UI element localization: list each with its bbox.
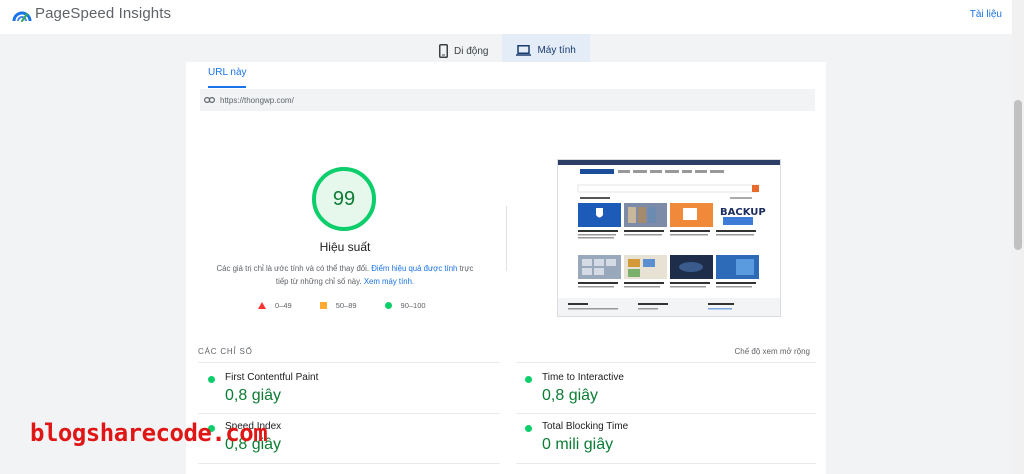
- tab-desktop-label: Máy tính: [537, 44, 576, 56]
- docs-link[interactable]: Tài liệu: [970, 9, 1002, 20]
- legend-average-range: 50–89: [335, 301, 357, 310]
- metrics-divider-left-3: [198, 463, 500, 464]
- brand-title[interactable]: PageSpeed Insights: [35, 5, 171, 22]
- metrics-divider-right: [516, 362, 816, 363]
- expanded-view-toggle[interactable]: Chế độ xem mở rộng: [735, 347, 811, 356]
- metrics-heading: CÁC CHỈ SỐ: [198, 347, 253, 356]
- metric-value: 0,8 giây: [225, 387, 282, 404]
- page-screenshot-thumbnail: BACKUP: [557, 159, 781, 317]
- tab-active-indicator: [208, 86, 246, 88]
- tab-mobile-label: Di động: [454, 45, 489, 57]
- average-square-icon: [319, 302, 327, 309]
- backup-banner-text: BACKUP: [720, 207, 766, 218]
- legend-average: 50–89: [319, 301, 357, 310]
- pagespeed-logo-icon[interactable]: [12, 5, 32, 23]
- link-icon: [204, 97, 215, 103]
- pass-circle-icon: [384, 302, 392, 309]
- tested-url[interactable]: https://thongwp.com/: [220, 96, 294, 105]
- performance-description: Các giá trị chỉ là ước tính và có thể th…: [210, 262, 480, 288]
- url-bar: https://thongwp.com/: [200, 89, 815, 111]
- site-preview-image: BACKUP: [558, 160, 780, 316]
- score-legend: 0–49 50–89 90–100: [258, 301, 426, 310]
- legend-fail: 0–49: [258, 301, 292, 310]
- performance-score: 99: [332, 188, 356, 210]
- top-bar: PageSpeed Insights Tài liệu: [0, 0, 1012, 34]
- pass-circle-icon: [525, 376, 532, 383]
- metrics-divider-left: [198, 362, 500, 363]
- pass-circle-icon: [525, 425, 532, 432]
- report-card: URL này https://thongwp.com/ 99 Hiệu suấ…: [186, 62, 826, 474]
- performance-title: Hiệu suất: [319, 240, 371, 254]
- score-calc-link[interactable]: Điểm hiệu quả được tính: [371, 264, 457, 273]
- description-text: Các giá trị chỉ là ước tính và có thể th…: [216, 264, 370, 273]
- metric-name: First Contentful Paint: [225, 372, 319, 383]
- legend-pass-range: 90–100: [400, 301, 426, 310]
- tab-this-url[interactable]: URL này: [208, 67, 247, 78]
- fail-triangle-icon: [258, 302, 266, 309]
- page-scrollbar-thumb[interactable]: [1014, 100, 1022, 250]
- legend-fail-range: 0–49: [275, 301, 292, 310]
- metrics-divider-left-2: [198, 413, 500, 414]
- metrics-divider-right-2: [516, 413, 816, 414]
- laptop-icon: [516, 44, 532, 56]
- pass-circle-icon: [208, 376, 215, 383]
- watermark-text: blogsharecode.com: [30, 419, 268, 447]
- calculator-link[interactable]: Xem máy tính.: [364, 277, 414, 286]
- metric-value: 0,8 giây: [542, 387, 599, 404]
- legend-pass: 90–100: [384, 301, 426, 310]
- metric-name: Total Blocking Time: [542, 421, 629, 432]
- metrics-divider-right-3: [516, 463, 816, 464]
- phone-icon: [439, 44, 448, 58]
- metric-name: Time to Interactive: [542, 372, 624, 383]
- metric-value: 0 mili giây: [542, 436, 614, 453]
- vertical-divider: [506, 206, 507, 271]
